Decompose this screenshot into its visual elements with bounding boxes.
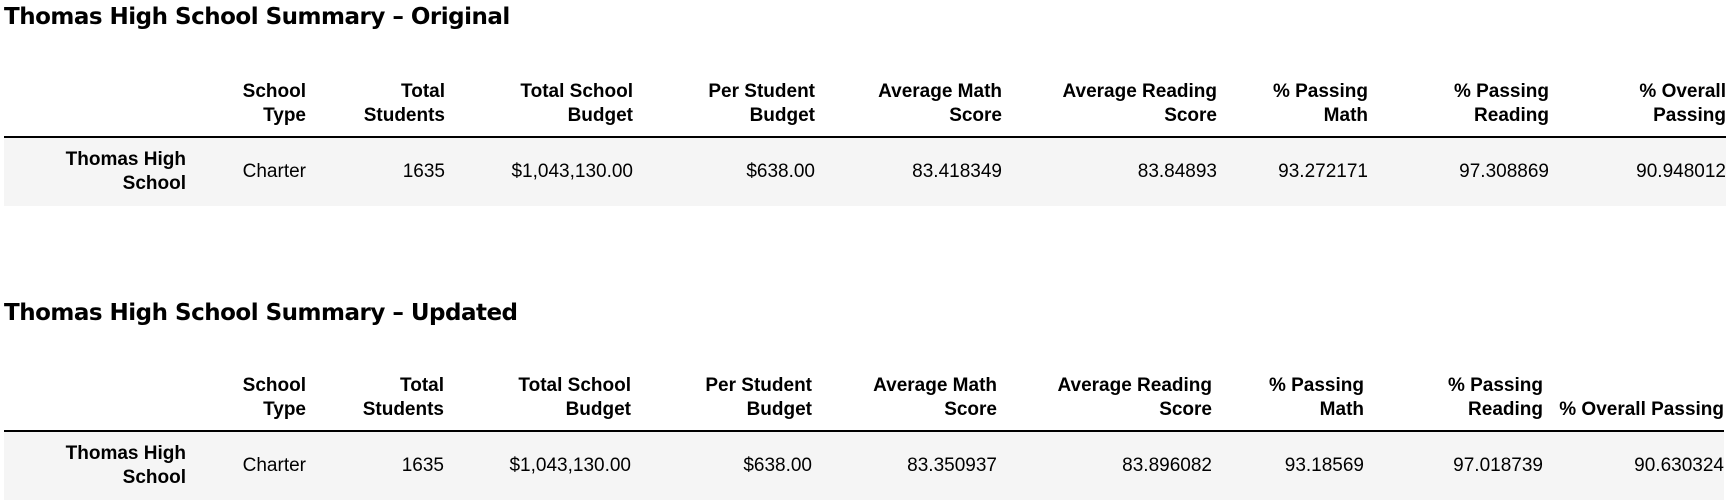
cell-avg-math: 83.418349 <box>912 161 1002 182</box>
column-header: % Passing Reading <box>1447 375 1543 420</box>
original-summary-title: Thomas High School Summary – Original <box>4 4 510 30</box>
column-header: Average Math Score <box>878 81 1002 126</box>
column-header: Total Students <box>363 81 445 126</box>
updated-summary-table: School Type Total Students Total School … <box>4 360 1724 500</box>
cell-pass-math: 93.18569 <box>1284 455 1364 476</box>
cell-avg-reading: 83.84893 <box>1137 161 1217 182</box>
cell-pass-math: 93.272171 <box>1278 161 1368 182</box>
header-row: School Type Total Students Total School … <box>4 66 1726 137</box>
column-header: % Passing Math <box>1272 81 1368 126</box>
cell-school-type: Charter <box>242 455 306 476</box>
table-row: Thomas High School Charter 1635 $1,043,1… <box>4 431 1724 500</box>
header-row: School Type Total Students Total School … <box>4 360 1724 431</box>
original-summary-table: School Type Total Students Total School … <box>4 66 1726 206</box>
column-header: School Type <box>242 81 306 126</box>
column-header: % Overall Passing <box>1559 399 1724 420</box>
index-header <box>4 360 186 431</box>
column-header: Average Reading Score <box>1057 375 1212 420</box>
cell-school-type: Charter <box>242 161 306 182</box>
cell-total-students: 1635 <box>402 161 445 182</box>
column-header: Average Reading Score <box>1062 81 1217 126</box>
cell-total-budget: $1,043,130.00 <box>509 455 631 476</box>
column-header: Total School Budget <box>518 375 631 420</box>
cell-total-budget: $1,043,130.00 <box>511 161 633 182</box>
table-row: Thomas High School Charter 1635 $1,043,1… <box>4 137 1726 206</box>
index-header <box>4 66 186 137</box>
cell-overall-passing: 90.948012 <box>1636 161 1726 182</box>
column-header: % Passing Math <box>1268 375 1364 420</box>
column-header: % Passing Reading <box>1453 81 1549 126</box>
column-header: Per Student Budget <box>708 81 815 126</box>
column-header: Total Students <box>362 375 444 420</box>
column-header: School Type <box>242 375 306 420</box>
cell-per-student-budget: $638.00 <box>743 455 812 476</box>
updated-summary-title: Thomas High School Summary – Updated <box>4 300 518 326</box>
cell-total-students: 1635 <box>401 455 444 476</box>
row-index: Thomas High School <box>65 443 186 488</box>
row-index: Thomas High School <box>65 149 186 194</box>
column-header: % Overall Passing <box>1639 81 1726 126</box>
column-header: Per Student Budget <box>705 375 812 420</box>
column-header: Average Math Score <box>873 375 997 420</box>
cell-avg-math: 83.350937 <box>907 455 997 476</box>
cell-avg-reading: 83.896082 <box>1122 455 1212 476</box>
cell-overall-passing: 90.630324 <box>1634 455 1724 476</box>
cell-per-student-budget: $638.00 <box>746 161 815 182</box>
cell-pass-reading: 97.018739 <box>1453 455 1543 476</box>
column-header: Total School Budget <box>520 81 633 126</box>
cell-pass-reading: 97.308869 <box>1459 161 1549 182</box>
